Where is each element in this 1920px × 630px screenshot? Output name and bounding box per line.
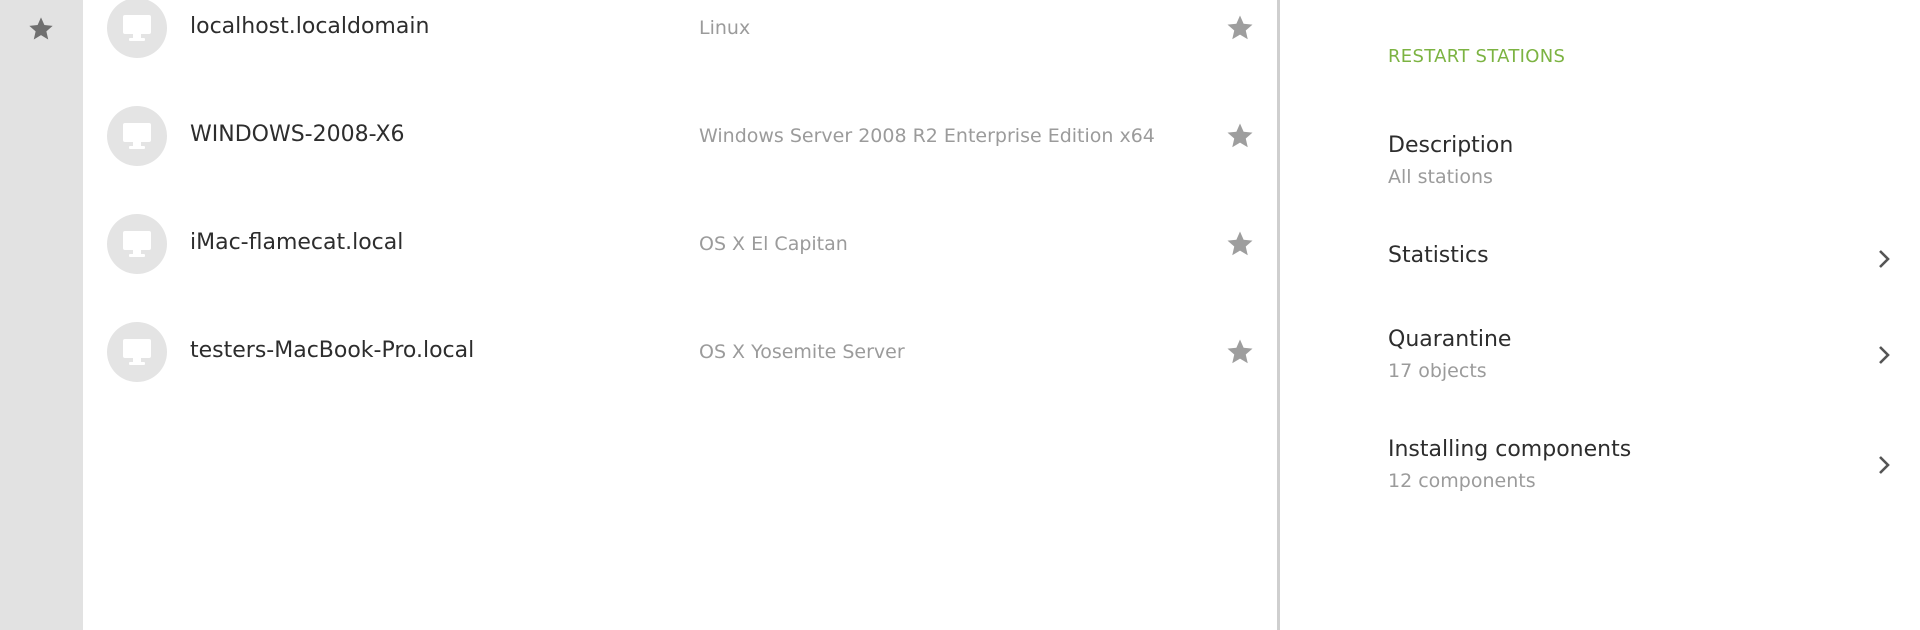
installing-components-subtitle: 12 components [1388, 470, 1536, 492]
star-icon[interactable] [1225, 229, 1255, 259]
station-avatar [107, 322, 167, 382]
monitor-icon [123, 231, 151, 257]
favorites-rail [0, 0, 83, 630]
star-icon[interactable] [27, 15, 55, 43]
chevron-right-icon [1879, 250, 1890, 268]
monitor-icon [123, 123, 151, 149]
station-row[interactable]: localhost.localdomain Linux [83, 0, 1277, 82]
star-icon[interactable] [1225, 337, 1255, 367]
chevron-right-icon [1879, 346, 1890, 364]
stations-list: localhost.localdomain Linux WINDOWS-2008… [83, 0, 1277, 630]
station-row[interactable]: WINDOWS-2008-X6 Windows Server 2008 R2 E… [83, 84, 1277, 192]
installing-components-title: Installing components [1388, 437, 1632, 462]
statistics-title: Statistics [1388, 243, 1489, 268]
star-icon[interactable] [1225, 13, 1255, 43]
quarantine-title: Quarantine [1388, 327, 1512, 352]
installing-components-item[interactable]: Installing components 12 components [1388, 437, 1890, 497]
station-row[interactable]: testers-MacBook-Pro.local OS X Yosemite … [83, 300, 1277, 408]
station-avatar [107, 106, 167, 166]
station-avatar [107, 214, 167, 274]
station-name: localhost.localdomain [190, 14, 430, 39]
monitor-icon [123, 339, 151, 365]
statistics-item[interactable]: Statistics [1388, 243, 1890, 283]
station-os: OS X Yosemite Server [699, 341, 905, 363]
station-os: Windows Server 2008 R2 Enterprise Editio… [699, 125, 1155, 147]
station-name: WINDOWS-2008-X6 [190, 122, 405, 147]
chevron-right-icon [1879, 456, 1890, 474]
station-name: iMac-flamecat.local [190, 230, 404, 255]
quarantine-subtitle: 17 objects [1388, 360, 1487, 382]
station-name: testers-MacBook-Pro.local [190, 338, 475, 363]
restart-stations-button[interactable]: RESTART STATIONS [1388, 46, 1565, 67]
details-pane: RESTART STATIONS Description All station… [1280, 0, 1920, 630]
description-item: Description All stations [1388, 133, 1888, 193]
quarantine-item[interactable]: Quarantine 17 objects [1388, 327, 1890, 387]
station-os: OS X El Capitan [699, 233, 848, 255]
station-avatar [107, 0, 167, 58]
description-subtitle: All stations [1388, 166, 1493, 188]
station-row[interactable]: iMac-flamecat.local OS X El Capitan [83, 192, 1277, 300]
star-icon[interactable] [1225, 121, 1255, 151]
monitor-icon [123, 15, 151, 41]
station-os: Linux [699, 17, 751, 39]
description-title: Description [1388, 133, 1514, 158]
